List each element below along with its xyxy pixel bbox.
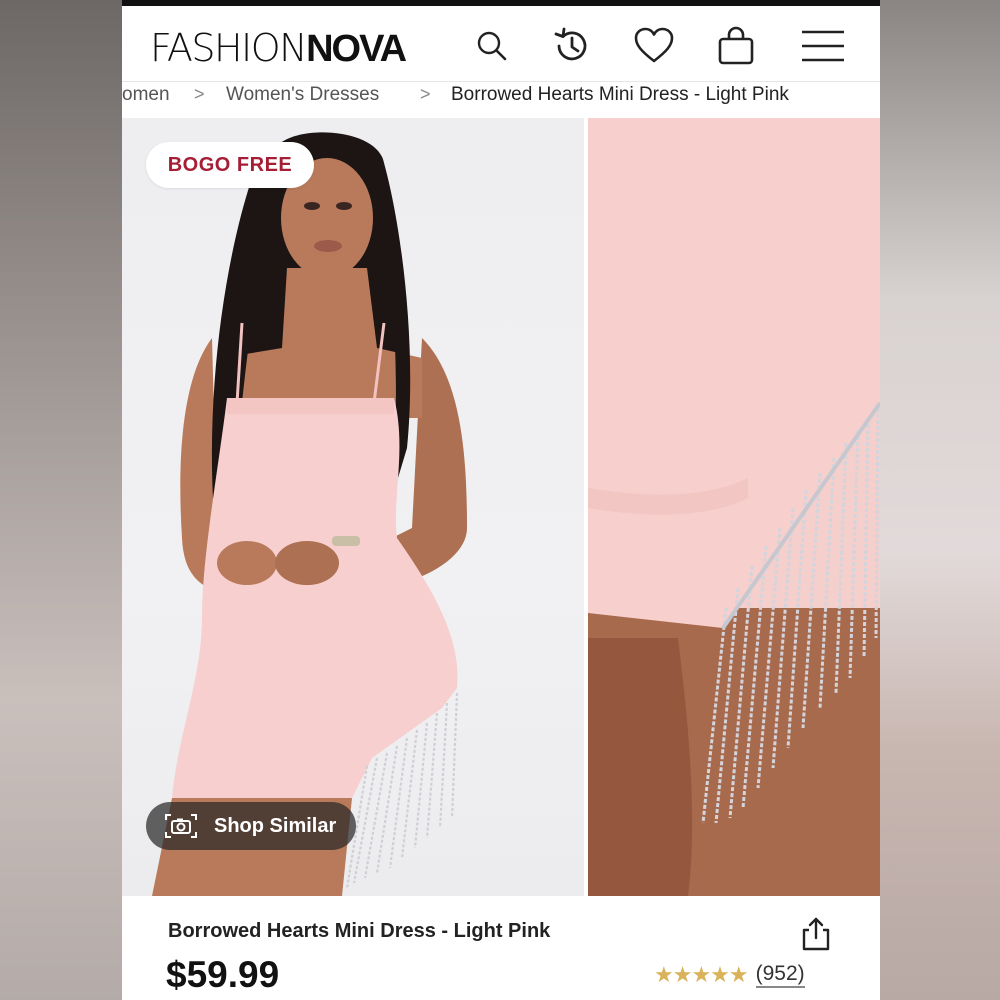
background-left-blur [0, 0, 122, 1000]
logo-light-text: FASHION [150, 26, 308, 70]
shop-similar-button[interactable]: Shop Similar [146, 802, 356, 850]
product-price: $59.99 [166, 954, 280, 995]
product-image-main[interactable]: BOGO FREE Shop Similar [122, 118, 584, 896]
phone-screen: FASHIONNOVA omen > Women's Dresses > Bor… [122, 0, 880, 1000]
breadcrumb-separator: > [420, 84, 431, 104]
menu-icon[interactable] [798, 24, 848, 68]
fringe-detail-illustration [588, 118, 880, 896]
product-info: Borrowed Hearts Mini Dress - Light Pink … [122, 896, 880, 1000]
product-title: Borrowed Hearts Mini Dress - Light Pink [168, 920, 551, 942]
breadcrumb-item-women[interactable]: omen [122, 84, 170, 106]
history-icon[interactable] [550, 24, 594, 68]
star-rating-icon: ★★★★★ [654, 962, 749, 987]
site-header: FASHIONNOVA [122, 6, 880, 82]
logo-bold-text: NOVA [306, 28, 407, 70]
review-count-link[interactable]: (952) [755, 962, 805, 988]
product-rating[interactable]: ★★★★★ (952) [654, 960, 805, 990]
breadcrumb-current-page: Borrowed Hearts Mini Dress - Light Pink [451, 84, 789, 105]
product-image-detail[interactable] [588, 118, 880, 896]
fashion-nova-logo[interactable]: FASHIONNOVA [150, 26, 407, 70]
share-icon[interactable] [800, 916, 832, 952]
search-icon[interactable] [470, 24, 514, 68]
model-illustration [152, 132, 467, 896]
breadcrumb-separator: > [194, 84, 205, 104]
heart-icon[interactable] [632, 24, 676, 68]
background-right-blur [880, 0, 1000, 1000]
shop-similar-label: Shop Similar [214, 814, 337, 837]
camera-icon [164, 811, 204, 841]
breadcrumb: omen > Women's Dresses > Borrowed Hearts… [122, 83, 880, 117]
bogo-free-badge: BOGO FREE [146, 142, 314, 188]
breadcrumb-item-womens-dresses[interactable]: Women's Dresses [226, 84, 379, 106]
bag-icon[interactable] [714, 24, 758, 68]
